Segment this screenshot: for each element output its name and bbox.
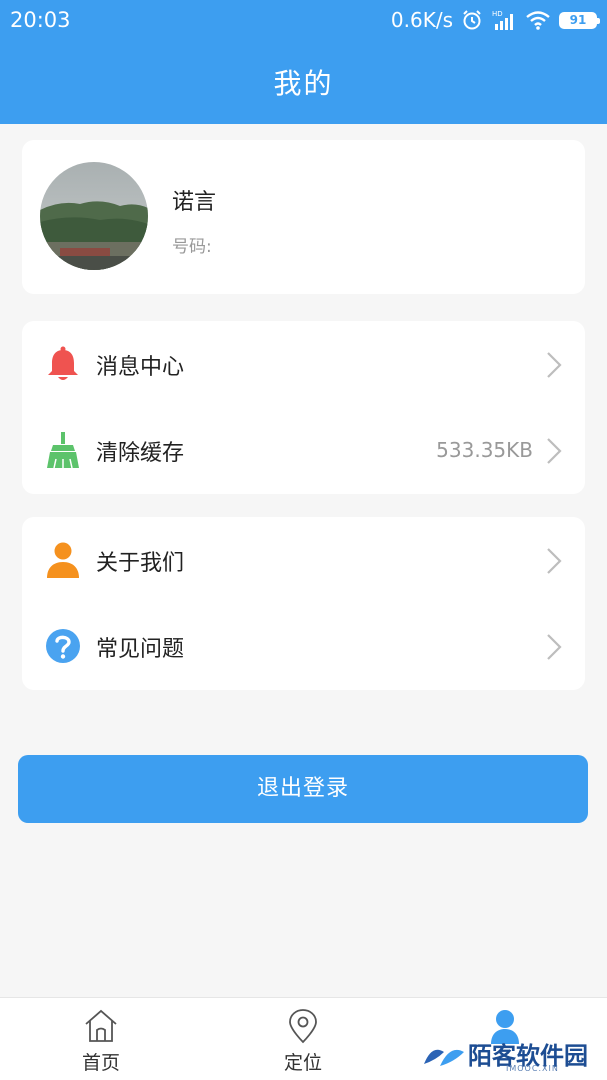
menu-item-about-us[interactable]: 关于我们 [22,517,585,603]
cache-size: 533.35KB [436,438,533,462]
menu-group-1: 消息中心 清除缓存 533.35KB [22,321,585,494]
menu-label: 常见问题 [96,637,185,662]
network-speed: 0.6K/s [390,8,453,32]
nav-label-locate: 定位 [283,1052,322,1074]
chevron-right-icon [547,548,562,574]
person-icon [47,542,79,578]
menu-item-faq[interactable]: 常见问题 [22,603,585,689]
watermark-sub: IMOOC.XIN [506,1064,559,1073]
status-bar: 20:03 0.6K/s HD 91 [0,0,607,40]
chevron-right-icon [547,352,562,378]
logout-button[interactable]: 退出登录 [18,755,588,823]
nav-item-home[interactable]: 首页 [0,998,202,1080]
chevron-right-icon [547,634,562,660]
user-phone-label: 号码: [172,237,212,257]
menu-label: 消息中心 [96,355,185,380]
question-icon [46,629,80,663]
menu-label: 关于我们 [96,551,185,576]
menu-item-clear-cache[interactable]: 清除缓存 533.35KB [22,407,585,493]
avatar[interactable] [40,162,148,270]
user-name: 诺言 [172,190,217,215]
alarm-icon [463,10,481,30]
broom-icon [47,432,79,469]
page-title: 我的 [273,67,334,100]
watermark: 陌客软件园 IMOOC.XIN [422,1036,602,1076]
menu-label: 清除缓存 [96,441,185,466]
profile-card[interactable]: 诺言 号码: [22,140,585,294]
signal-icon: HD [492,10,513,30]
battery-indicator: 91 [559,11,600,29]
nav-item-locate[interactable]: 定位 [202,998,404,1080]
menu-group-2: 关于我们 常见问题 [22,517,585,690]
watermark-logo-icon [424,1049,464,1066]
wifi-icon [526,11,550,30]
chevron-right-icon [547,438,562,464]
nav-label-home: 首页 [81,1052,120,1074]
location-pin-icon [289,1009,317,1044]
status-icons: 0.6K/s HD 91 [390,8,600,32]
app-header: 20:03 0.6K/s HD 91 我的 [0,0,607,124]
status-time: 20:03 [10,8,71,32]
home-icon [85,1009,117,1042]
menu-item-message-center[interactable]: 消息中心 [22,321,585,407]
network-label: HD [492,10,503,18]
bell-icon [48,346,78,380]
